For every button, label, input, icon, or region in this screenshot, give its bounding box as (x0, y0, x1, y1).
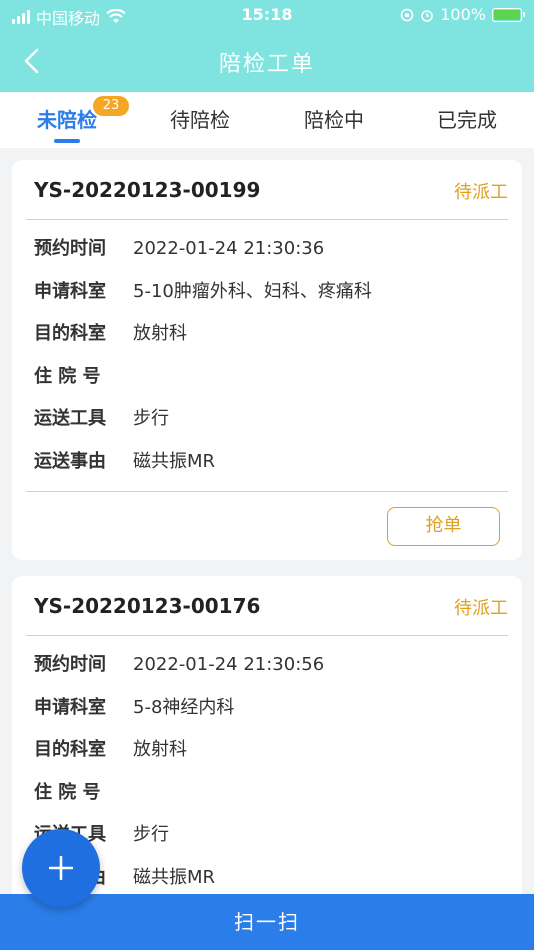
appointment-time-label: 预约时间 (34, 654, 106, 675)
target-dept-label: 目的科室 (34, 323, 106, 344)
target-dept-value: 放射科 (133, 323, 187, 344)
transport-reason-value: 磁共振MR (133, 451, 216, 472)
status-right: 100% (400, 5, 525, 24)
divider (26, 635, 508, 636)
add-order-button[interactable] (22, 829, 100, 907)
order-card[interactable]: YS-20220123-00199 待派工 预约时间 2022-01-24 21… (12, 160, 522, 560)
scan-button[interactable]: 扫一扫 (0, 894, 534, 950)
divider (26, 491, 508, 492)
tab-completed[interactable]: 已完成 (412, 92, 522, 148)
orientation-lock-icon (400, 8, 414, 21)
order-id: YS-20220123-00176 (34, 594, 261, 618)
alarm-icon (421, 9, 434, 22)
order-status: 待派工 (454, 182, 508, 203)
divider (26, 219, 508, 220)
appointment-time-label: 预约时间 (34, 238, 106, 259)
request-dept-label: 申请科室 (34, 697, 106, 718)
request-dept-value: 5-8神经内科 (133, 697, 235, 718)
transport-tool-value: 步行 (133, 408, 169, 429)
plus-icon (49, 856, 73, 880)
transport-reason-value: 磁共振MR (133, 867, 216, 888)
request-dept-value: 5-10肿瘤外科、妇科、疼痛科 (133, 281, 372, 302)
transport-tool-label: 运送工具 (34, 408, 106, 429)
battery-percent: 100% (440, 5, 486, 24)
order-list[interactable]: YS-20220123-00199 待派工 预约时间 2022-01-24 21… (0, 148, 534, 894)
tab-in-progress[interactable]: 陪检中 (279, 92, 389, 148)
pending-count-badge: 23 (93, 96, 129, 116)
transport-tool-value: 步行 (133, 824, 169, 845)
appointment-time-value: 2022-01-24 21:30:56 (133, 654, 325, 675)
status-bar: 中国移动 15:18 100% (0, 0, 534, 30)
target-dept-label: 目的科室 (34, 739, 106, 760)
inpatient-no-label: 住 院 号 (34, 366, 101, 387)
order-status: 待派工 (454, 598, 508, 619)
target-dept-value: 放射科 (133, 739, 187, 760)
grab-order-button[interactable]: 抢单 (387, 507, 500, 546)
request-dept-label: 申请科室 (34, 281, 106, 302)
page-title: 陪检工单 (218, 52, 315, 77)
appointment-time-value: 2022-01-24 21:30:36 (133, 238, 325, 259)
nav-bar: 陪检工单 (0, 30, 534, 92)
tab-awaiting[interactable]: 待陪检 (145, 92, 255, 148)
order-id: YS-20220123-00199 (34, 178, 261, 202)
battery-fill (494, 9, 520, 20)
transport-reason-label: 运送事由 (34, 451, 106, 472)
battery-icon (492, 7, 525, 22)
inpatient-no-label: 住 院 号 (34, 782, 101, 803)
order-card-header: YS-20220123-00199 待派工 (12, 160, 522, 220)
tab-bar: 未陪检 待陪检 陪检中 已完成 (0, 92, 534, 148)
active-tab-indicator (54, 139, 80, 143)
order-card-header: YS-20220123-00176 待派工 (12, 576, 522, 636)
